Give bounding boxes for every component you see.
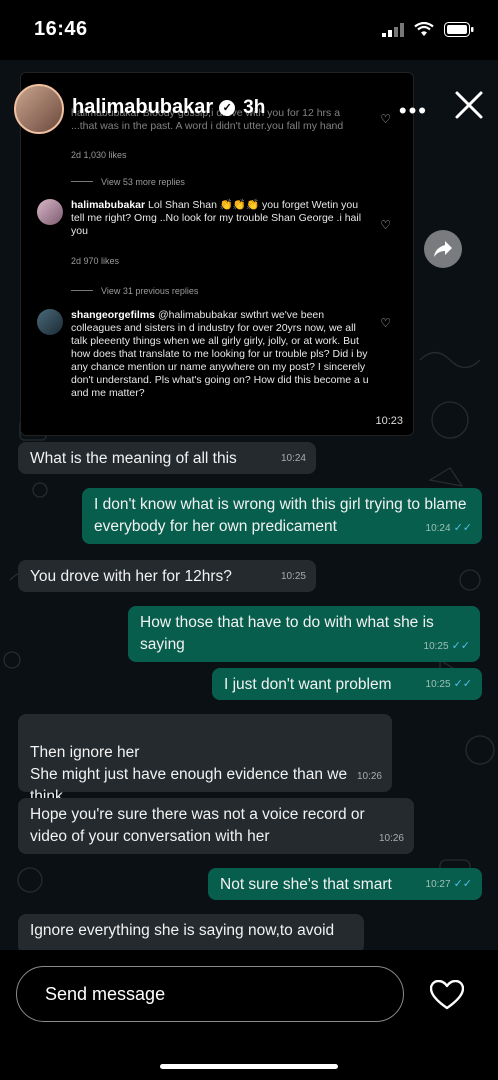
- message-time: 10:24: [280, 453, 306, 464]
- home-indicator: [160, 1064, 338, 1069]
- battery-icon: [444, 22, 474, 37]
- heart-icon: ♡: [380, 316, 391, 330]
- message-text: Ignore everything she is saying now,to a…: [30, 922, 335, 939]
- screenshot-time: 10:23: [375, 415, 403, 427]
- comment-avatar: [37, 199, 63, 225]
- view-more-replies-1: View 53 more replies: [71, 177, 185, 187]
- more-options-icon[interactable]: •••: [399, 98, 428, 124]
- message-incoming: What is the meaning of all this 10:24: [18, 442, 316, 474]
- read-ticks-icon: ✓✓: [453, 878, 472, 890]
- message-text: How those that have to do with what she …: [140, 614, 434, 653]
- message-time: 10:25 ✓✓: [423, 640, 470, 652]
- message-time: 10:24 ✓✓: [425, 522, 472, 534]
- message-outgoing: Not sure she's that smart 10:27 ✓✓: [208, 868, 482, 900]
- message-incoming: Hope you're sure there was not a voice r…: [18, 798, 414, 854]
- comment-2-meta: 2d 970 likes: [71, 256, 120, 266]
- comment-avatar: [37, 309, 63, 335]
- status-time: 16:46: [34, 18, 88, 40]
- message-time: 10:27 ✓✓: [425, 878, 472, 890]
- send-message-input[interactable]: Send message: [16, 966, 404, 1022]
- story-age: 3h: [243, 97, 266, 118]
- signal-icon: [382, 22, 404, 37]
- message-time: 10:25: [280, 571, 306, 582]
- message-text: I just don't want problem: [224, 676, 392, 693]
- close-icon[interactable]: [454, 90, 484, 120]
- message-incoming: You drove with her for 12hrs? 10:25: [18, 560, 316, 592]
- message-time: 10:26: [356, 771, 382, 782]
- message-outgoing: How those that have to do with what she …: [128, 606, 480, 662]
- comment-3-text: shangeorgefilms @halimabubakar swthrt we…: [71, 309, 369, 399]
- message-text: Hope you're sure there was not a voice r…: [30, 806, 365, 845]
- share-arrow-icon: [434, 241, 452, 257]
- wifi-icon: [414, 22, 434, 36]
- heart-icon: ♡: [380, 218, 391, 232]
- comment-2-text: halimabubakar Lol Shan Shan 👏👏👏 you forg…: [71, 199, 362, 237]
- story-avatar[interactable]: [14, 84, 64, 134]
- message-text: You drove with her for 12hrs?: [30, 568, 232, 585]
- view-previous-replies: View 31 previous replies: [71, 286, 198, 296]
- story-username-row[interactable]: halimabubakar ✓ 3h: [72, 96, 265, 119]
- share-button[interactable]: [424, 230, 462, 268]
- read-ticks-icon: ✓✓: [451, 640, 470, 652]
- reply-bar: Send message: [0, 950, 498, 1080]
- story-content[interactable]: halimabubakar ✓ 3h ••• halimabubakar Blood…: [0, 60, 498, 950]
- message-time: 10:25 ✓✓: [425, 678, 472, 690]
- message-outgoing: I don't know what is wrong with this gir…: [82, 488, 482, 544]
- send-message-placeholder: Send message: [45, 984, 166, 1004]
- story-username: halimabubakar: [72, 96, 214, 118]
- read-ticks-icon: ✓✓: [453, 522, 472, 534]
- comment-1-meta: 2d 1,030 likes: [71, 150, 127, 160]
- verified-badge-icon: ✓: [219, 100, 236, 116]
- story-header: halimabubakar ✓ 3h •••: [14, 84, 484, 134]
- message-text: I don't know what is wrong with this gir…: [94, 496, 467, 535]
- message-incoming: Then ignore her She might just have enou…: [18, 714, 392, 805]
- message-text: Not sure she's that smart: [220, 876, 392, 893]
- message-outgoing: I just don't want problem 10:25 ✓✓: [212, 668, 482, 700]
- heart-icon[interactable]: [430, 980, 464, 1010]
- message-incoming: Ignore everything she is saying now,to a…: [18, 914, 364, 950]
- read-ticks-icon: ✓✓: [453, 678, 472, 690]
- message-text: What is the meaning of all this: [30, 450, 237, 467]
- status-bar: 16:46: [0, 0, 498, 60]
- message-time: 10:26: [378, 833, 404, 844]
